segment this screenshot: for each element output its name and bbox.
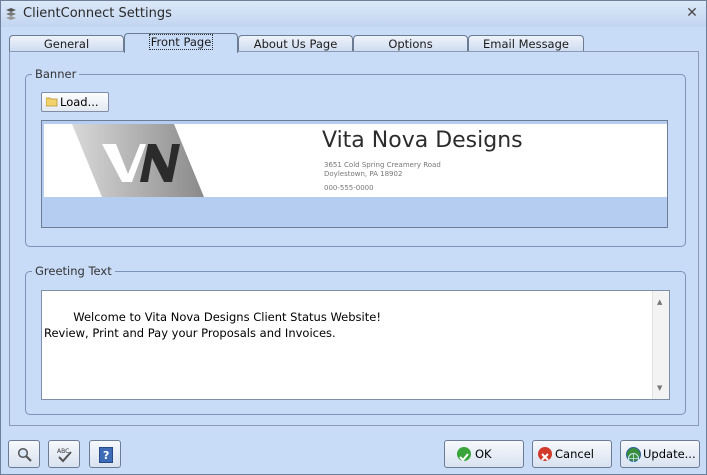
close-icon: ✕ — [686, 5, 698, 21]
tab-options[interactable]: Options — [353, 35, 468, 51]
settings-window: ClientConnect Settings ✕ General Front P… — [0, 0, 707, 475]
logo-address-line1: 3651 Cold Spring Creamery Road — [324, 161, 441, 169]
load-button[interactable]: Load... — [41, 92, 109, 112]
logo-phone: 000-555-0000 — [324, 184, 374, 192]
greeting-textarea[interactable]: Welcome to Vita Nova Designs Client Stat… — [41, 290, 670, 400]
help-icon: ? — [99, 447, 113, 463]
svg-text:ABC: ABC — [57, 448, 69, 455]
spellcheck-icon: ABC — [57, 448, 72, 463]
banner-image: Vita Nova Designs 3651 Cold Spring Cream… — [44, 124, 667, 197]
tab-about-us-page[interactable]: About Us Page — [238, 35, 353, 51]
banner-legend: Banner — [32, 67, 80, 81]
ok-button[interactable]: OK — [444, 440, 524, 468]
tab-general[interactable]: General — [9, 35, 124, 51]
folder-icon — [46, 97, 58, 107]
logo-company-name: Vita Nova Designs — [322, 128, 523, 153]
checkmark-icon — [457, 447, 471, 462]
cancel-button[interactable]: Cancel — [532, 440, 612, 468]
help-button[interactable]: ? — [89, 440, 121, 468]
vn-logo-image — [72, 124, 304, 197]
front-page-panel: Banner Load... Vita Nova Designs 3651 Co… — [9, 51, 699, 426]
cancel-icon — [538, 447, 552, 461]
tab-email-message[interactable]: Email Message — [468, 35, 584, 51]
globe-update-icon — [626, 447, 641, 464]
svg-text:?: ? — [103, 449, 109, 462]
greeting-legend: Greeting Text — [32, 264, 115, 278]
banner-preview: Vita Nova Designs 3651 Cold Spring Cream… — [41, 120, 668, 228]
window-title: ClientConnect Settings — [23, 6, 172, 21]
scroll-up-icon[interactable]: ▲ — [657, 294, 662, 310]
update-button[interactable]: Update... — [620, 440, 700, 468]
spellcheck-button[interactable]: ABC — [48, 440, 80, 468]
greeting-text: Welcome to Vita Nova Designs Client Stat… — [44, 310, 381, 340]
app-icon — [4, 7, 18, 21]
greeting-scrollbar[interactable]: ▲ ▼ — [652, 291, 669, 399]
scroll-down-icon[interactable]: ▼ — [657, 380, 662, 396]
banner-group: Banner Load... Vita Nova Designs 3651 Co… — [25, 67, 686, 247]
logo-address-line2: Doylestown, PA 18902 — [324, 170, 403, 178]
search-button[interactable] — [8, 440, 40, 468]
magnifier-icon — [17, 447, 32, 462]
greeting-group: Greeting Text Welcome to Vita Nova Desig… — [25, 264, 686, 415]
tab-front-page[interactable]: Front Page — [124, 33, 238, 53]
title-bar: ClientConnect Settings ✕ — [1, 1, 706, 27]
close-button[interactable]: ✕ — [684, 4, 700, 22]
